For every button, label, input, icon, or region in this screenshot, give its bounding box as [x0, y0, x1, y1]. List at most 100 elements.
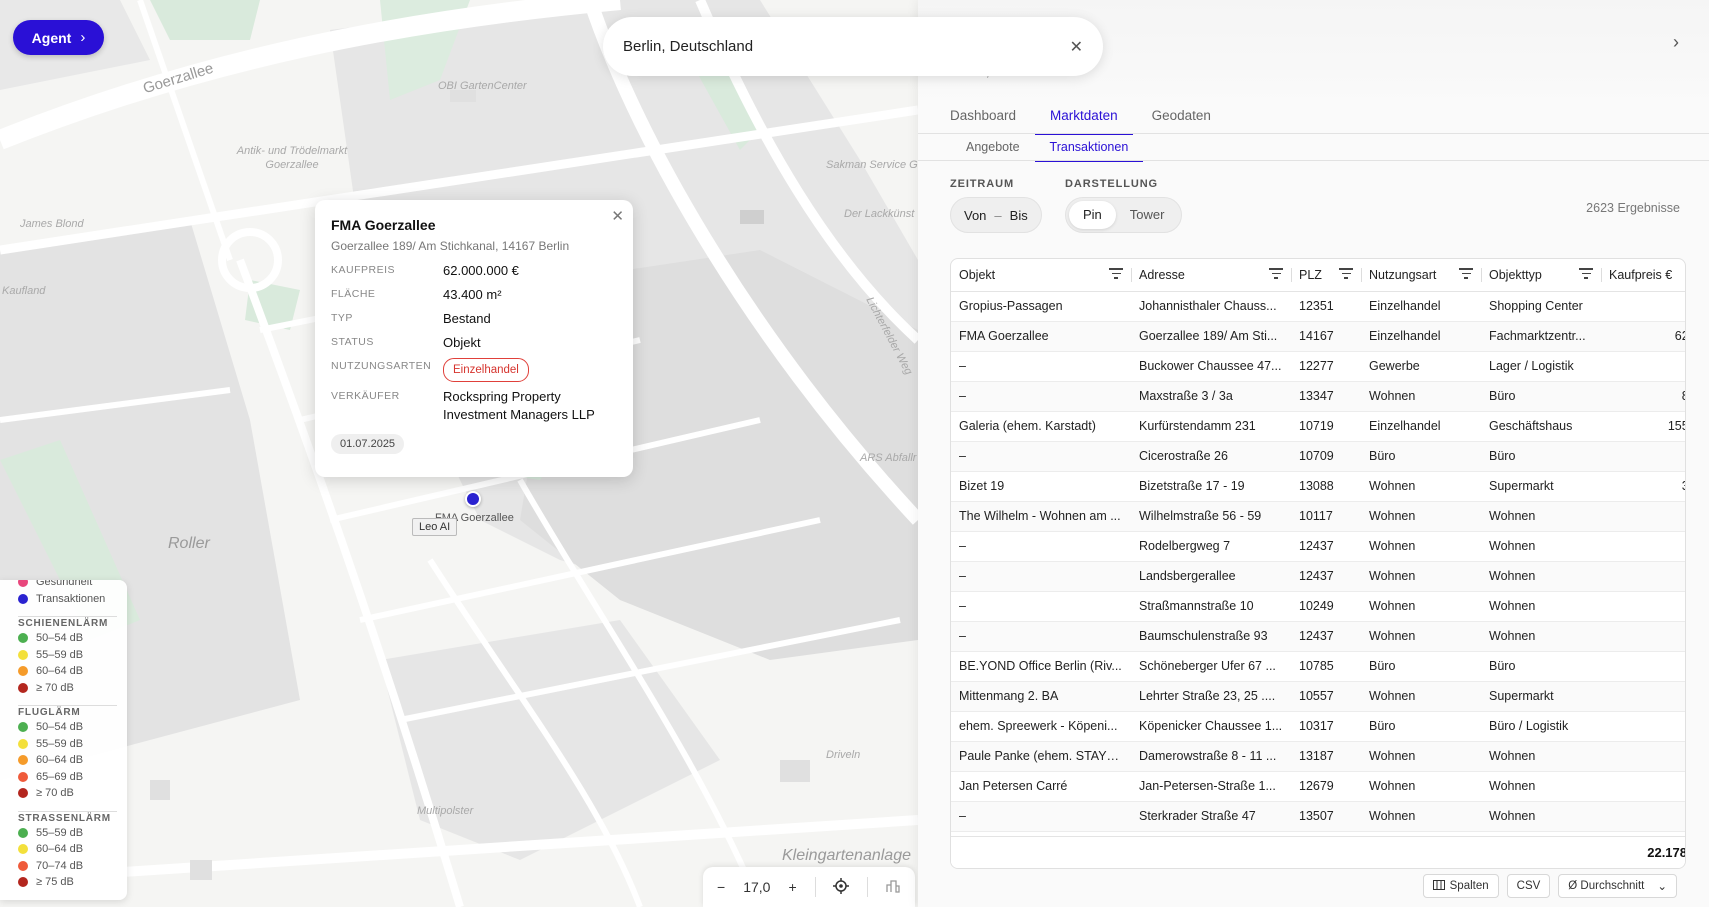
table-row[interactable]: FMA Goerzallee Goerzallee 189/ Am Sti... 1… — [951, 321, 1685, 352]
map-label-poi: Multipolster — [417, 805, 474, 817]
legend-item: 60–64 dB — [18, 841, 127, 858]
subtab-transaktionen[interactable]: Transaktionen — [1034, 137, 1144, 162]
table-row[interactable]: Bizet 19 Bizetstraße 17 - 19 13088 Wohnen Su… — [951, 471, 1685, 502]
table-row[interactable]: – Buckower Chaussee 47... 12277 Gewerbe Lage… — [951, 351, 1685, 382]
legend-item: 60–64 dB — [18, 752, 127, 769]
table-cell: – — [951, 591, 1131, 622]
search-bar[interactable]: Berlin, Deutschland ✕ — [603, 17, 1103, 76]
zoom-controls: − 17,0 + — [703, 867, 915, 907]
table-cell: Rodelbergweg 7 — [1131, 531, 1291, 562]
tab-geodaten[interactable]: Geodaten — [1152, 104, 1211, 135]
table-cell: 12437 — [1291, 561, 1361, 592]
column-header[interactable]: Nutzungsart — [1361, 259, 1481, 292]
table-cell: Bizet 19 — [951, 471, 1131, 502]
toggle-pin[interactable]: Pin — [1069, 201, 1116, 229]
close-icon[interactable]: ✕ — [611, 207, 624, 225]
table-row[interactable]: Gropius-Passagen Johannisthaler Chauss...… — [951, 291, 1685, 322]
agent-button[interactable]: Agent › — [13, 20, 104, 55]
filter-icon[interactable] — [1269, 268, 1283, 280]
leo-ai-tag[interactable]: Leo AI — [412, 518, 458, 536]
tab-marktdaten[interactable]: Marktdaten — [1035, 104, 1133, 135]
legend-dot — [18, 580, 28, 588]
csv-button[interactable]: CSV — [1506, 874, 1551, 898]
table-cell — [1601, 651, 1685, 682]
table-cell: 12351 — [1291, 291, 1361, 322]
transaction-popup: ✕ FMA Goerzallee Goerzallee 189/ Am Stic… — [315, 200, 633, 477]
popup-row-status: STATUS Objekt — [331, 334, 617, 352]
table-cell: Wohnen — [1361, 591, 1481, 622]
table-cell: Büro — [1481, 381, 1601, 412]
buildings-3d-icon[interactable] — [885, 878, 901, 897]
map-label-area: Kleingartenanlage — [782, 847, 911, 864]
divider — [918, 160, 1709, 161]
table-cell: – — [951, 531, 1131, 562]
table-cell: Wohnen — [1361, 681, 1481, 712]
table-row[interactable]: – Rodelbergweg 7 12437 Wohnen Wohnen — [951, 531, 1685, 562]
map-marker-transaction[interactable] — [465, 491, 481, 507]
map-canvas[interactable]: Goerzallee OBI GartenCenter Antik- und T… — [0, 0, 918, 907]
table-cell: – — [951, 381, 1131, 412]
footer-sum: 22.178 — [1647, 845, 1686, 860]
table-row[interactable]: – Cicerostraße 26 10709 Büro Büro — [951, 441, 1685, 472]
filter-icon[interactable] — [1579, 268, 1593, 280]
table-row[interactable]: Paule Panke (ehem. STAYT... Damerowstraße… — [951, 741, 1685, 772]
table-cell: 12437 — [1291, 621, 1361, 652]
table-row[interactable]: Galeria (ehem. Karstadt) Kurfürstendamm 2… — [951, 411, 1685, 442]
table-row[interactable]: The Wilhelm - Wohnen am ... Wilhelmstraße… — [951, 501, 1685, 532]
results-count: 2623 Ergebnisse — [1586, 201, 1680, 215]
table-cell: 12277 — [1291, 351, 1361, 382]
zoom-out-button[interactable]: − — [717, 879, 725, 895]
popup-value: 62.000.000 € — [443, 263, 519, 278]
subtab-angebote[interactable]: Angebote — [966, 137, 1020, 162]
table-body: Gropius-Passagen Johannisthaler Chauss...… — [951, 291, 1685, 832]
zoom-in-button[interactable]: + — [788, 879, 796, 895]
aggregation-select[interactable]: Ø Durchschnitt ⌄ — [1558, 874, 1677, 898]
table-cell: Wohnen — [1361, 801, 1481, 832]
toggle-tower[interactable]: Tower — [1116, 201, 1179, 229]
column-header[interactable]: Kaufpreis € — [1601, 259, 1685, 292]
table-cell: 13187 — [1291, 741, 1361, 772]
table-row[interactable]: – Landsbergerallee 12437 Wohnen Wohnen — [951, 561, 1685, 592]
table-row[interactable]: – Baumschulenstraße 93 12437 Wohnen Wohnen — [951, 621, 1685, 652]
table-cell: Büro — [1481, 441, 1601, 472]
table-cell: 62.000 — [1601, 321, 1685, 352]
table-cell — [1601, 591, 1685, 622]
table-row[interactable]: Mittenmang 2. BA Lehrter Straße 23, 25 ..… — [951, 681, 1685, 712]
chevron-right-icon[interactable]: › — [1673, 32, 1679, 53]
table-row[interactable]: Jan Petersen Carré Jan-Petersen-Straße 1.… — [951, 771, 1685, 802]
table-cell — [1601, 351, 1685, 382]
table-cell — [1601, 711, 1685, 742]
tab-dashboard[interactable]: Dashboard — [950, 104, 1016, 135]
table-row[interactable]: – Sterkrader Straße 47 13507 Wohnen Wohnen — [951, 801, 1685, 832]
filter-icon[interactable] — [1109, 268, 1123, 280]
table-cell: Büro / Logistik — [1481, 711, 1601, 742]
filter-icon[interactable] — [1339, 268, 1353, 280]
column-header[interactable]: Objekt — [951, 259, 1131, 292]
date-from: Von — [964, 207, 987, 223]
column-header[interactable]: Objekttyp — [1481, 259, 1601, 292]
legend-item: 50–54 dB — [18, 630, 127, 647]
table-row[interactable]: BE.YOND Office Berlin (Riv... Schöneberge… — [951, 651, 1685, 682]
columns-button[interactable]: Spalten — [1422, 874, 1499, 898]
legend-item: 60–64 dB — [18, 663, 127, 680]
table-cell: 10719 — [1291, 411, 1361, 442]
table-cell — [1601, 681, 1685, 712]
table-row[interactable]: – Straßmannstraße 10 10249 Wohnen Wohnen — [951, 591, 1685, 622]
close-icon[interactable]: ✕ — [1070, 37, 1083, 57]
search-input[interactable]: Berlin, Deutschland — [623, 38, 1070, 55]
table-cell: Bizetstraße 17 - 19 — [1131, 471, 1291, 502]
table-cell — [1601, 531, 1685, 562]
popup-row-typ: TYP Bestand — [331, 310, 617, 328]
table-cell: Mittenmang 2. BA — [951, 681, 1131, 712]
column-header[interactable]: PLZ — [1291, 259, 1361, 292]
legend-item: Transaktionen — [18, 591, 127, 608]
table-row[interactable]: –Maxstraße 3 / 3a13347WohnenBüro8.500 — [951, 381, 1685, 412]
date-range-picker[interactable]: Von – Bis — [950, 197, 1042, 233]
locate-icon[interactable] — [832, 877, 849, 897]
table-cell: 13347 — [1291, 381, 1361, 412]
filter-icon[interactable] — [1459, 268, 1473, 280]
column-header[interactable]: Adresse — [1131, 259, 1291, 292]
table-cell: – — [951, 801, 1131, 832]
transactions-table: Objekt Adresse PLZ Nutzungsart Objekttyp… — [950, 258, 1686, 869]
table-row[interactable]: ehem. Spreewerk - Köpeni... Köpenicker Ch… — [951, 711, 1685, 742]
